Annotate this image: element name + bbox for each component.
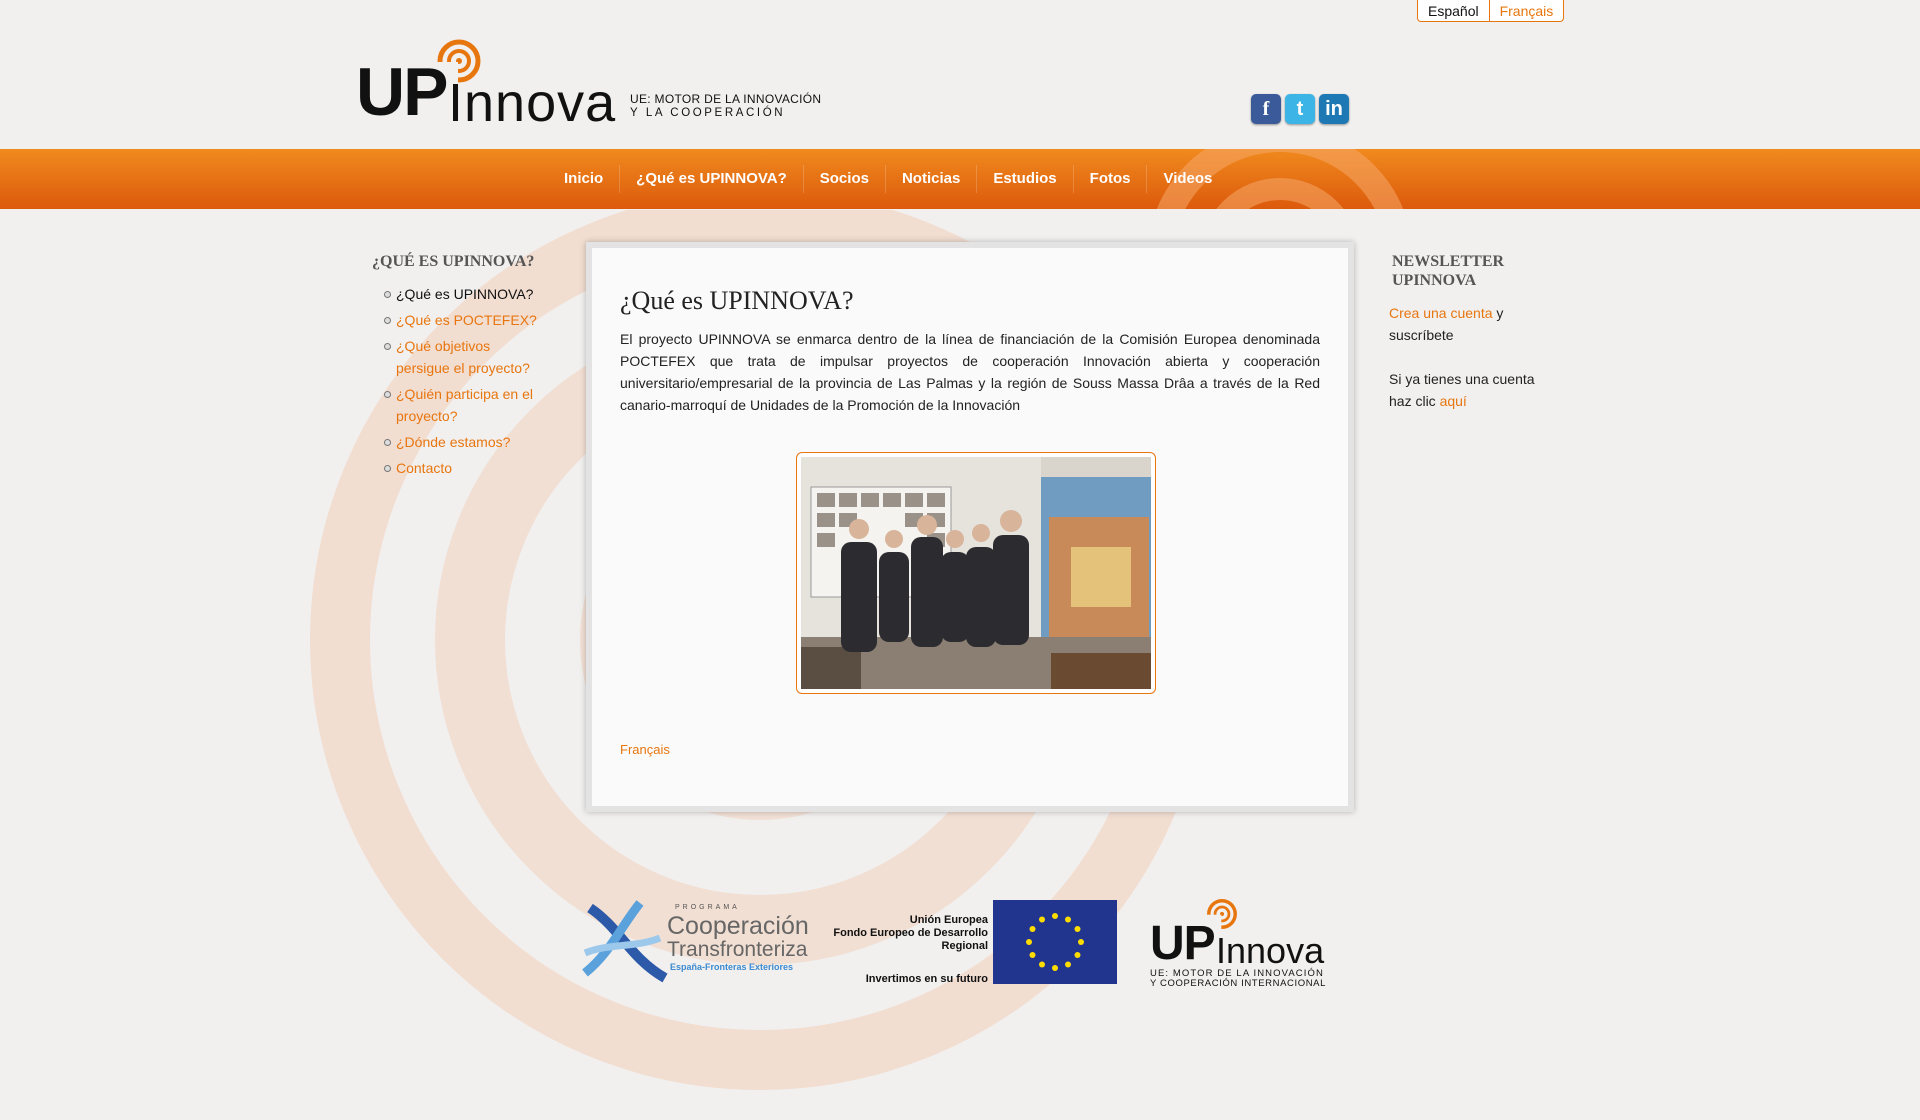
eu-line-3: Regional xyxy=(941,940,988,952)
ctf-swoosh-icon xyxy=(582,900,668,983)
newsletter-login-text: Si ya tienes una cuenta haz clic aquí xyxy=(1389,368,1559,412)
login-here-link[interactable]: aquí xyxy=(1440,393,1467,409)
footer-logo-innova: Innova xyxy=(1216,930,1325,971)
ctf-programa-text: PROGRAMA xyxy=(675,904,740,911)
cooperacion-transfronteriza-logo: PROGRAMA Cooperación Transfronteriza Esp… xyxy=(580,898,810,988)
nav-fotos[interactable]: Fotos xyxy=(1072,165,1147,193)
language-switcher: Español Français xyxy=(1417,0,1565,22)
sidebar-menu: ¿Qué es UPINNOVA? ¿Qué es POCTEFEX? ¿Qué… xyxy=(372,283,542,479)
intro-paragraph: El proyecto UPINNOVA se enmarca dentro d… xyxy=(620,331,1320,413)
footer-logos: PROGRAMA Cooperación Transfronteriza Esp… xyxy=(580,898,1340,989)
main-nav-bar: Inicio ¿Qué es UPINNOVA? Socios Noticias… xyxy=(0,149,1920,209)
lang-francais-link[interactable]: Français xyxy=(1490,0,1564,21)
group-photo-image xyxy=(801,457,1151,689)
content-panel: ¿Qué es UPINNOVA? El proyecto UPINNOVA s… xyxy=(586,242,1354,812)
nav-inicio[interactable]: Inicio xyxy=(548,165,619,193)
newsletter-create-text: Crea una cuenta y suscríbete xyxy=(1389,302,1559,346)
nav-videos[interactable]: Videos xyxy=(1146,165,1228,193)
logo-up-text: UP xyxy=(356,54,448,130)
footer-logo-tagline-2: Y COOPERACIÓN INTERNACIONAL xyxy=(1150,978,1326,989)
lang-espanol-link[interactable]: Español xyxy=(1418,0,1490,21)
site-logo[interactable]: UP Innova UE: MOTOR DE LA INNOVACIÓN Y L… xyxy=(356,36,821,130)
create-account-link[interactable]: Crea una cuenta xyxy=(1389,305,1493,321)
page-title: ¿Qué es UPINNOVA? xyxy=(620,286,854,315)
logo-tagline-2: Y LA COOPERACIÓN xyxy=(630,107,786,119)
eu-flag-icon xyxy=(993,900,1117,984)
eu-line-4: Invertimos en su futuro xyxy=(865,973,988,985)
group-photo-frame xyxy=(796,452,1156,694)
ctf-line-2: Transfronteriza xyxy=(667,938,808,961)
nav-socios[interactable]: Socios xyxy=(802,165,885,193)
social-links: f t in xyxy=(1251,94,1349,124)
facebook-icon[interactable]: f xyxy=(1251,94,1281,124)
twitter-icon[interactable]: t xyxy=(1285,94,1315,124)
upinnova-footer-logo: UP Innova UE: MOTOR DE LA INNOVACIÓN Y C… xyxy=(1150,898,1340,989)
section-sidebar: ¿Qué es UPINNOVA? ¿Qué es UPINNOVA? ¿Qué… xyxy=(372,252,542,483)
ctf-line-1: Cooperación xyxy=(667,912,809,940)
nav-estudios[interactable]: Estudios xyxy=(976,165,1072,193)
francais-link[interactable]: Français xyxy=(620,742,670,757)
ctf-line-3: España-Fronteras Exteriores xyxy=(670,962,794,972)
newsletter-sidebar: NEWSLETTER UPINNOVA Crea una cuenta y su… xyxy=(1389,252,1559,434)
sidebar-item-contacto[interactable]: Contacto xyxy=(384,457,542,479)
newsletter-title: NEWSLETTER UPINNOVA xyxy=(1392,253,1505,289)
sidebar-item-donde-estamos[interactable]: ¿Dónde estamos? xyxy=(384,431,542,453)
logo-tagline-1: UE: MOTOR DE LA INNOVACIÓN xyxy=(630,92,822,106)
logo-innova-text: Innova xyxy=(448,73,617,133)
sidebar-item-que-es-poctefex[interactable]: ¿Qué es POCTEFEX? xyxy=(384,309,542,331)
nav-menu: Inicio ¿Qué es UPINNOVA? Socios Noticias… xyxy=(548,149,1228,209)
eu-funding-text: Unión Europea Fondo Europeo de Desarroll… xyxy=(826,914,988,986)
linkedin-icon[interactable]: in xyxy=(1319,94,1349,124)
eu-line-2: Fondo Europeo de Desarrollo xyxy=(833,927,988,939)
nav-que-es-upinnova[interactable]: ¿Qué es UPINNOVA? xyxy=(619,165,803,193)
eu-line-1: Unión Europea xyxy=(909,914,988,926)
sidebar-title: ¿Qué es UPINNOVA? xyxy=(372,253,535,270)
sidebar-item-quien-participa[interactable]: ¿Quién participa en el proyecto? xyxy=(384,383,542,427)
sidebar-item-que-es-upinnova[interactable]: ¿Qué es UPINNOVA? xyxy=(384,283,542,305)
footer-logo-up: UP xyxy=(1150,917,1216,970)
nav-noticias[interactable]: Noticias xyxy=(884,165,976,193)
sidebar-item-objetivos[interactable]: ¿Qué objetivos persigue el proyecto? xyxy=(384,335,542,379)
